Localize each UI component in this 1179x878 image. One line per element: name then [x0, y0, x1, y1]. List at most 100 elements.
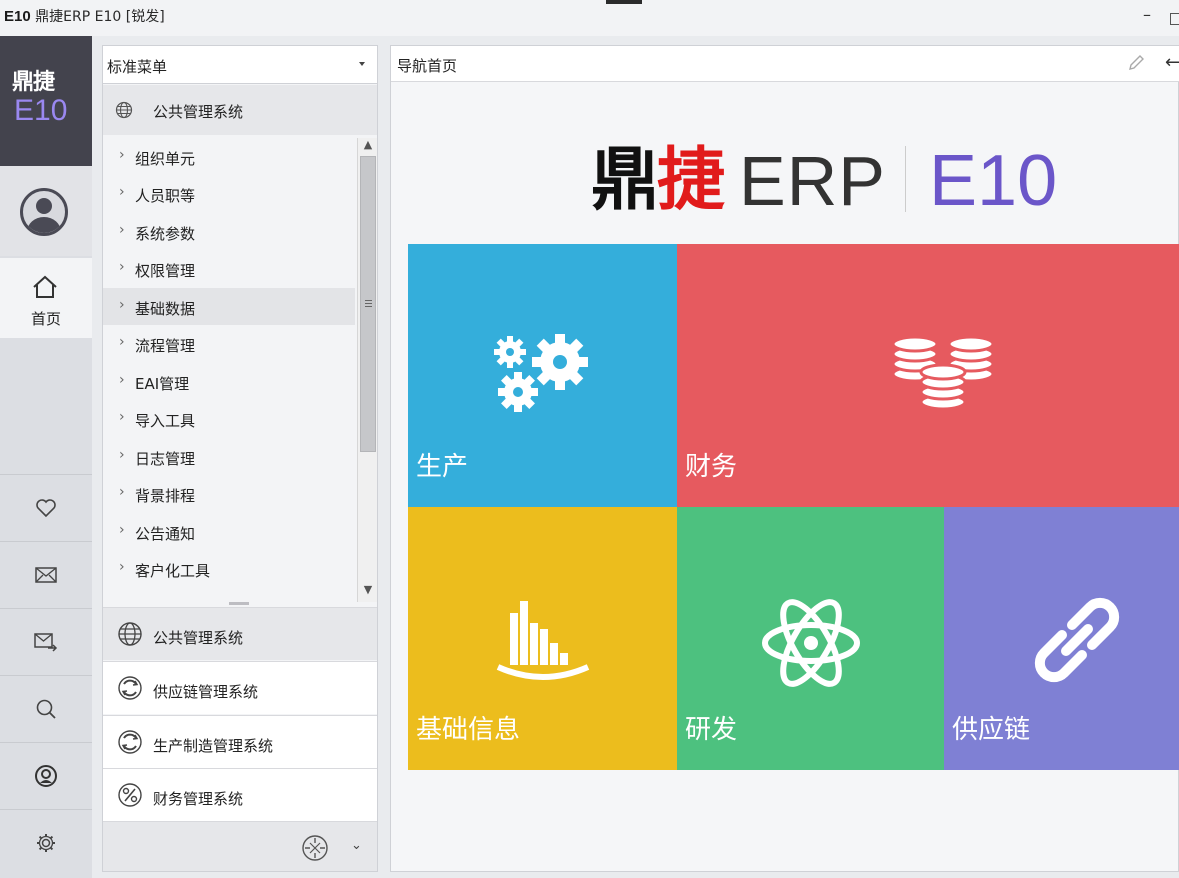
search-icon — [36, 699, 56, 719]
percent-icon — [118, 783, 142, 807]
favorites-button[interactable] — [0, 474, 92, 540]
gear-icon — [37, 833, 55, 852]
tile-supply-chain[interactable]: 供应链 — [944, 507, 1179, 770]
system-tab-label: 财务管理系统 — [153, 790, 244, 808]
tree-item-label: 人员职等 — [135, 187, 196, 205]
tree-item-label: 组织单元 — [135, 150, 196, 168]
chevron-right-icon: › — [119, 147, 125, 163]
system-tab-label: 供应链管理系统 — [153, 683, 259, 701]
brand-banner: 鼎 捷 ERP E10 — [591, 138, 1071, 224]
brand-erp: ERP — [739, 142, 886, 220]
menu-tree: › 组织单元 › 人员职等 › 系统参数 › 权限管理 › 基础数据 › 流程管理 › EAI… — [103, 136, 355, 606]
link-icon — [1034, 597, 1120, 683]
search-button[interactable] — [0, 675, 92, 741]
tree-scrollbar[interactable]: ▲ ▼ — [357, 138, 377, 602]
logo-e10: E10 — [14, 94, 68, 127]
tile-label: 研发 — [685, 715, 738, 745]
tree-item[interactable]: › EAI管理 — [103, 363, 355, 400]
brand-logo: 鼎捷 E10 — [0, 36, 92, 166]
tile-label: 供应链 — [952, 715, 1031, 745]
more-systems-dropdown[interactable]: ⌄ — [351, 838, 362, 853]
system-tab-label: 公共管理系统 — [153, 629, 244, 647]
heart-icon — [36, 498, 56, 517]
menu-select-value: 标准菜单 — [107, 58, 168, 76]
tile-basic-info[interactable]: 基础信息 — [408, 507, 677, 770]
tile-production[interactable]: 生产 — [408, 244, 677, 507]
tree-item-label: 日志管理 — [135, 450, 196, 468]
tree-item[interactable]: › 日志管理 — [103, 438, 355, 475]
compass-icon[interactable] — [301, 834, 329, 862]
tile-label: 财务 — [685, 452, 738, 482]
chevron-right-icon: › — [119, 222, 125, 238]
tree-item-label: 导入工具 — [135, 412, 196, 430]
tree-item-label: 权限管理 — [135, 262, 196, 280]
tree-item[interactable]: › 流程管理 — [103, 325, 355, 362]
avatar[interactable] — [20, 188, 68, 236]
coins-icon — [891, 335, 995, 411]
send-mail-button[interactable] — [0, 608, 92, 674]
tree-item-label: 流程管理 — [135, 337, 196, 355]
back-arrow-icon[interactable]: ← — [1165, 52, 1179, 73]
minimize-button[interactable]: – — [1137, 5, 1157, 29]
home-label: 首页 — [30, 310, 61, 328]
tile-research[interactable]: 研发 — [677, 507, 944, 770]
chevron-right-icon: › — [119, 484, 125, 500]
tree-item[interactable]: › 人员职等 — [103, 175, 355, 212]
chevron-right-icon: › — [119, 559, 125, 575]
tree-item-label: 公告通知 — [135, 525, 196, 543]
splitter-handle[interactable] — [229, 602, 249, 605]
tree-item[interactable]: › 系统参数 — [103, 213, 355, 250]
system-tab-label: 生产制造管理系统 — [153, 737, 274, 755]
tab-nav-home[interactable]: 导航首页 — [397, 57, 457, 75]
window-title: E10 鼎捷ERP E10 [锐发] — [4, 6, 165, 26]
bar-chart-icon — [496, 601, 590, 680]
chevron-right-icon: › — [119, 409, 125, 425]
tree-item-selected[interactable]: › 基础数据 — [103, 288, 355, 325]
tree-item[interactable]: › 背景排程 — [103, 475, 355, 512]
scroll-thumb[interactable] — [360, 156, 376, 452]
tree-item[interactable]: › 客户化工具 — [103, 550, 355, 587]
cycle-icon — [118, 730, 142, 754]
tree-item[interactable]: › 权限管理 — [103, 250, 355, 287]
mail-forward-icon — [34, 632, 58, 652]
title-bar: E10 鼎捷ERP E10 [锐发] – — [0, 0, 1179, 36]
pencil-icon[interactable] — [1127, 54, 1145, 72]
tree-item-label: 背景排程 — [135, 487, 196, 505]
tree-item[interactable]: › 导入工具 — [103, 400, 355, 437]
gears-icon — [494, 334, 588, 412]
system-header-label: 公共管理系统 — [153, 103, 244, 121]
chevron-right-icon: › — [119, 259, 125, 275]
tree-item-label: 基础数据 — [135, 300, 196, 318]
disc-icon — [35, 764, 57, 787]
atom-icon — [762, 599, 860, 687]
chevron-down-icon — [359, 62, 365, 66]
tree-item-label: 系统参数 — [135, 225, 196, 243]
mail-button[interactable] — [0, 541, 92, 607]
system-tab-manufacturing[interactable]: 生产制造管理系统 — [103, 715, 377, 768]
scroll-up-button[interactable]: ▲ — [360, 138, 376, 154]
menu-type-select[interactable]: 标准菜单 — [103, 46, 377, 84]
tab-bar: 导航首页 ← — [391, 46, 1179, 82]
drag-handle[interactable] — [606, 0, 642, 4]
navigation-panel: 标准菜单 公共管理系统 › 组织单元 › 人员职等 › 系统参数 › 权限管理 › 基础数… — [102, 45, 378, 872]
brand-cn1: 鼎 — [591, 141, 659, 220]
system-tab-finance[interactable]: 财务管理系统 — [103, 768, 377, 821]
globe-icon — [115, 101, 133, 119]
disc-button[interactable] — [0, 742, 92, 808]
chevron-right-icon: › — [119, 297, 125, 313]
system-tab-supply-chain[interactable]: 供应链管理系统 — [103, 661, 377, 714]
brand-cn2: 捷 — [657, 141, 726, 220]
system-header: 公共管理系统 — [103, 85, 377, 135]
scroll-down-button[interactable]: ▼ — [360, 583, 376, 599]
maximize-button[interactable] — [1170, 13, 1179, 25]
tile-finance[interactable]: 财务 — [677, 244, 1179, 507]
tree-item[interactable]: › 组织单元 — [103, 138, 355, 175]
settings-button[interactable] — [0, 809, 92, 875]
tree-item[interactable]: › 公告通知 — [103, 513, 355, 550]
system-tab-tools: ⌄ — [103, 821, 377, 871]
chevron-right-icon: › — [119, 522, 125, 538]
home-button[interactable]: 首页 — [0, 258, 92, 338]
cycle-icon — [118, 676, 142, 700]
brand-e10: E10 — [929, 141, 1058, 221]
system-tab-public[interactable]: 公共管理系统 — [103, 607, 377, 660]
